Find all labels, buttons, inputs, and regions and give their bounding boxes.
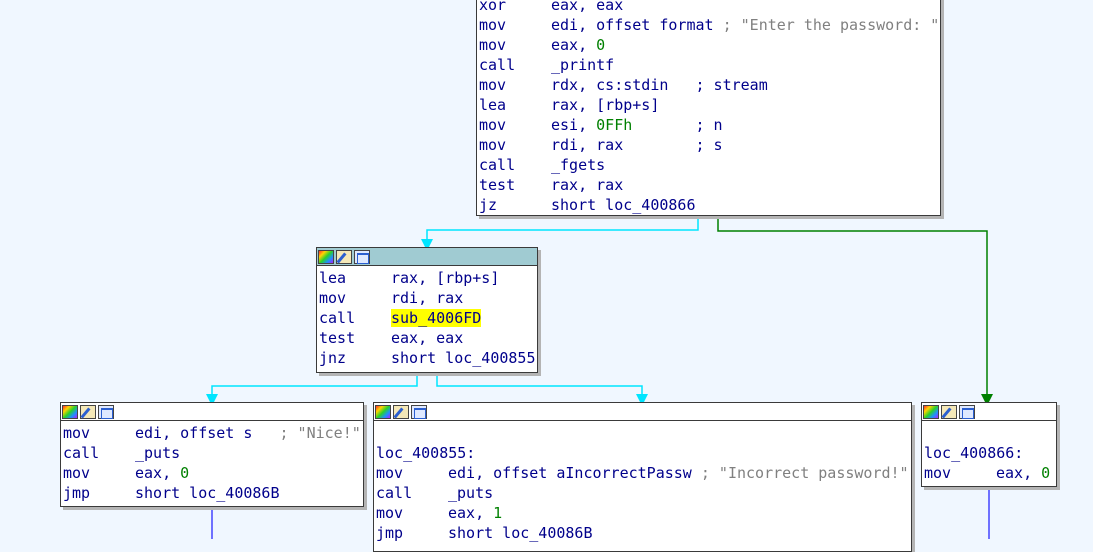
block-toolbar xyxy=(61,403,363,421)
instr-row[interactable]: mov eax, 0 xyxy=(63,463,361,483)
instr-row[interactable]: jnz short loc_400855 xyxy=(319,348,536,368)
instr-row[interactable]: lea rax, [rbp+s] xyxy=(479,95,938,115)
instr-row[interactable]: jz short loc_400866 xyxy=(479,195,938,215)
group-nodes-icon[interactable] xyxy=(98,404,114,419)
rename-icon[interactable] xyxy=(336,249,352,264)
instr-row[interactable]: test rax, rax xyxy=(479,175,938,195)
comment: ; stream xyxy=(695,76,768,94)
instr-row[interactable]: mov rdi, rax ; s xyxy=(479,135,938,155)
instr-row[interactable]: test eax, eax xyxy=(319,328,535,348)
rename-icon[interactable] xyxy=(393,404,409,419)
graph-view[interactable]: xor eax, eax mov edi, offset format ; "Ent… xyxy=(0,0,1093,552)
instr-row[interactable]: mov eax, 1 xyxy=(376,503,909,523)
color-palette-icon[interactable] xyxy=(318,249,334,264)
instr-row[interactable]: jmp short loc_40086B xyxy=(376,523,909,543)
block-top[interactable]: xor eax, eax mov edi, offset format ; "Ent… xyxy=(476,0,941,216)
color-palette-icon[interactable] xyxy=(375,404,391,419)
instr-row[interactable]: mov esi, 0FFh ; n xyxy=(479,115,938,135)
instr-row[interactable]: mov edi, offset s ; "Nice!" xyxy=(63,423,361,443)
color-palette-icon[interactable] xyxy=(923,404,939,419)
instr-row[interactable]: mov eax, 0 xyxy=(924,463,1054,483)
instr-row[interactable]: jmp short loc_40086B xyxy=(63,483,361,503)
block-toolbar xyxy=(374,403,911,421)
instr-row[interactable]: lea rax, [rbp+s] xyxy=(319,268,535,288)
block-toolbar xyxy=(317,248,537,266)
instr-row[interactable]: call _puts xyxy=(63,443,361,463)
instr-row[interactable]: mov rdi, rax xyxy=(319,288,535,308)
edge-check-to-nice xyxy=(206,373,418,406)
comment: ; "Incorrect password!" xyxy=(700,464,909,482)
block-toolbar xyxy=(922,403,1056,421)
edge-top-to-check xyxy=(421,216,699,251)
group-nodes-icon[interactable] xyxy=(411,404,427,419)
comment: ; n xyxy=(632,116,723,134)
color-palette-icon[interactable] xyxy=(62,404,78,419)
group-nodes-icon[interactable] xyxy=(354,249,370,264)
instr-row[interactable]: call _puts xyxy=(376,483,909,503)
rename-icon[interactable] xyxy=(941,404,957,419)
instr-row[interactable]: mov edi, offset format ; "Enter the passw… xyxy=(479,15,940,35)
comment: ; "Enter the password: " xyxy=(722,16,940,34)
comment: ; s xyxy=(695,136,723,154)
block-incorrect[interactable]: loc_400855: mov edi, offset aIncorrectPas… xyxy=(373,402,912,552)
rename-icon[interactable] xyxy=(80,404,96,419)
block-label[interactable]: loc_400855: xyxy=(376,443,909,463)
block-label[interactable]: loc_400866: xyxy=(924,443,1054,463)
instr-row[interactable]: call _printf xyxy=(479,55,938,75)
group-nodes-icon[interactable] xyxy=(959,404,975,419)
block-nice[interactable]: mov edi, offset s ; "Nice!" call _puts mov… xyxy=(60,402,364,507)
highlighted-symbol[interactable]: sub_4006FD xyxy=(391,309,482,327)
instr-row[interactable]: mov edi, offset aIncorrectPassw ; "Incorr… xyxy=(376,463,909,483)
instr-row[interactable]: xor eax, eax xyxy=(479,0,938,15)
instr-row[interactable]: mov eax, 0 xyxy=(479,35,938,55)
edge-top-to-fail xyxy=(717,216,993,406)
block-check[interactable]: lea rax, [rbp+s] mov rdi, rax call sub_4006… xyxy=(316,247,538,373)
edge-check-to-incorrect xyxy=(436,373,648,406)
block-fail[interactable]: loc_400866: mov eax, 0 xyxy=(921,402,1057,487)
comment: ; "Nice!" xyxy=(279,424,361,442)
instr-row[interactable]: call sub_4006FD xyxy=(319,308,535,328)
instr-row[interactable]: mov rdx, cs:stdin ; stream xyxy=(479,75,938,95)
instr-row[interactable]: call _fgets xyxy=(479,155,938,175)
